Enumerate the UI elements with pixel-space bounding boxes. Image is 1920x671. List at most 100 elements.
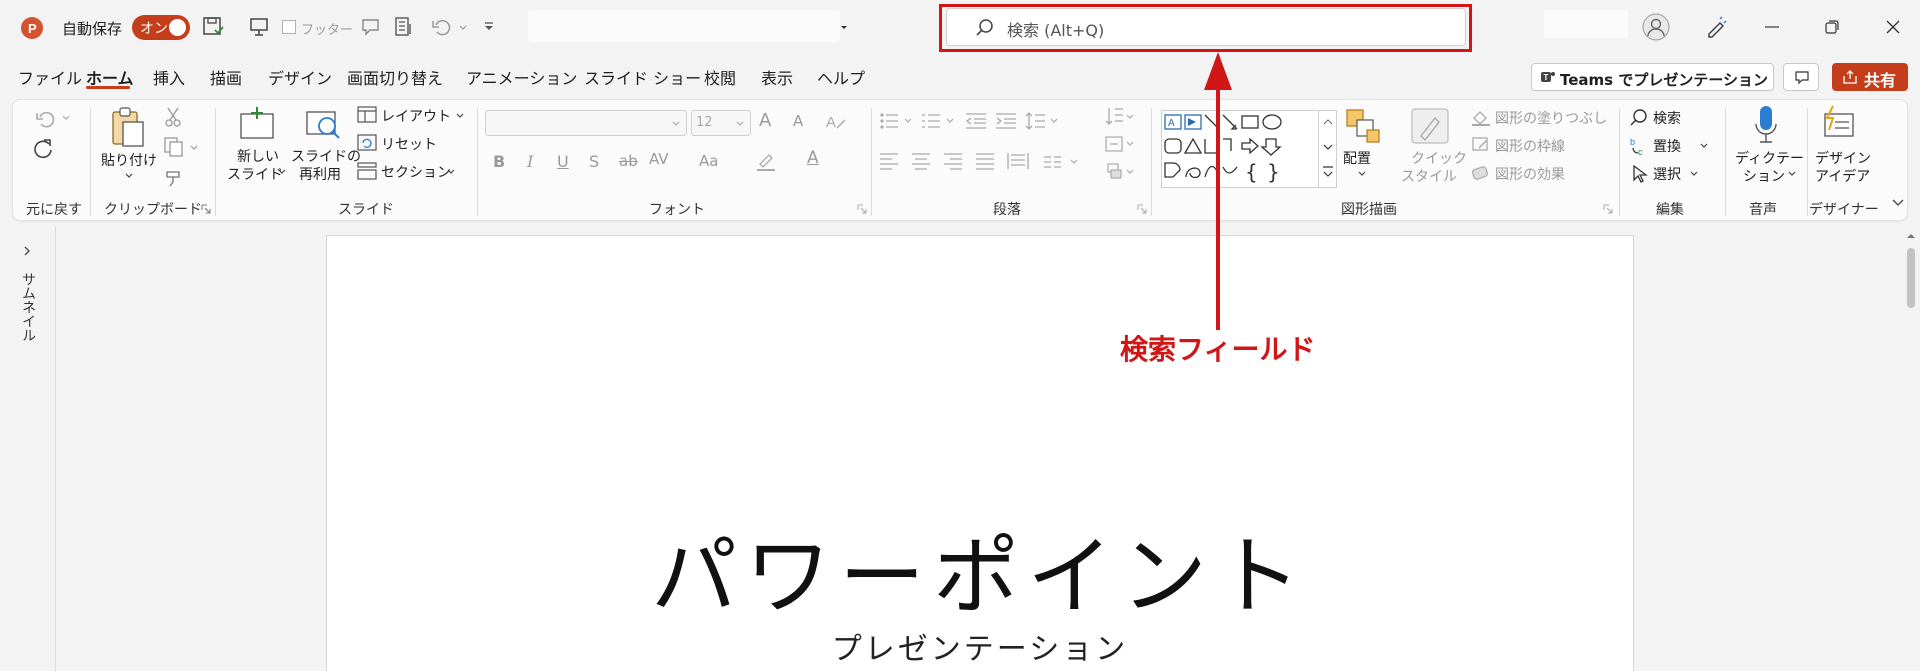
- arrange-label[interactable]: 配置: [1343, 148, 1371, 168]
- shape-effects-label[interactable]: 図形の効果: [1495, 164, 1565, 184]
- justify-icon[interactable]: [975, 152, 995, 170]
- numbering-icon[interactable]: [921, 112, 955, 130]
- design-ideas-label-2[interactable]: アイデア: [1815, 166, 1870, 186]
- bullets-icon[interactable]: [879, 112, 913, 130]
- shape-outline-label[interactable]: 図形の枠線: [1495, 136, 1565, 156]
- shape-fill-label[interactable]: 図形の塗りつぶし: [1495, 108, 1607, 128]
- autosave-toggle[interactable]: オン: [132, 15, 190, 40]
- slide-subtitle[interactable]: プレゼンテーション: [327, 624, 1633, 668]
- replace-label[interactable]: 置換: [1653, 136, 1681, 156]
- slide-canvas[interactable]: パワーポイント プレゼンテーション: [326, 235, 1634, 671]
- dictate-label-2[interactable]: ション: [1743, 166, 1785, 186]
- highlight-icon[interactable]: [755, 150, 779, 172]
- tab-draw[interactable]: 描画: [210, 65, 242, 89]
- find-label[interactable]: 検索: [1653, 108, 1681, 128]
- section-icon[interactable]: [357, 162, 377, 180]
- layout-label[interactable]: レイアウト: [381, 106, 451, 126]
- tab-insert[interactable]: 挿入: [153, 65, 185, 89]
- design-ideas-icon[interactable]: [1819, 104, 1859, 144]
- pen-icon[interactable]: [1704, 15, 1728, 39]
- doc-name-dropdown-icon[interactable]: [840, 24, 848, 32]
- customize-toolbar-icon[interactable]: [483, 21, 495, 33]
- clear-formatting-icon[interactable]: A: [825, 112, 847, 132]
- chevron-down-icon[interactable]: [1699, 142, 1709, 150]
- font-color-button[interactable]: A: [807, 148, 819, 168]
- chevron-down-icon[interactable]: [446, 168, 456, 176]
- quick-style-label-2[interactable]: スタイル: [1401, 166, 1457, 186]
- shapes-gallery[interactable]: A { }: [1161, 110, 1337, 188]
- comment-icon[interactable]: [360, 16, 382, 38]
- dialog-launcher-icon[interactable]: [1137, 204, 1147, 214]
- columns-icon[interactable]: [1043, 154, 1083, 170]
- paste-icon[interactable]: [109, 106, 147, 148]
- vertical-scrollbar[interactable]: [1902, 226, 1920, 671]
- dialog-launcher-icon[interactable]: [1603, 204, 1613, 214]
- present-icon[interactable]: [248, 16, 270, 38]
- scroll-up-icon[interactable]: [1902, 226, 1920, 246]
- undo-icon[interactable]: [430, 16, 456, 38]
- document-name-field[interactable]: [528, 10, 840, 42]
- increase-indent-icon[interactable]: [995, 112, 1017, 130]
- bold-button[interactable]: B: [493, 152, 505, 171]
- italic-button[interactable]: I: [527, 152, 533, 171]
- copy-icon[interactable]: [163, 136, 185, 158]
- dialog-launcher-icon[interactable]: [857, 204, 867, 214]
- dictate-label-1[interactable]: ディクテー: [1735, 148, 1804, 168]
- comments-button[interactable]: [1783, 63, 1819, 91]
- chevron-down-icon[interactable]: [277, 168, 287, 176]
- distributed-icon[interactable]: [1007, 152, 1029, 170]
- paste-label[interactable]: 貼り付け: [101, 150, 157, 170]
- collapse-ribbon-icon[interactable]: [1891, 198, 1905, 208]
- design-ideas-label-1[interactable]: デザイン: [1815, 148, 1871, 168]
- restore-icon[interactable]: [1825, 20, 1839, 34]
- microphone-icon[interactable]: [1753, 104, 1779, 146]
- chevron-down-icon[interactable]: [1357, 170, 1367, 178]
- tab-view[interactable]: 表示: [761, 65, 793, 89]
- chevron-down-icon[interactable]: [458, 24, 468, 32]
- align-right-icon[interactable]: [943, 152, 963, 170]
- shrink-font-button[interactable]: A: [793, 112, 803, 130]
- section-label[interactable]: セクション: [381, 162, 451, 182]
- save-icon[interactable]: [202, 16, 224, 38]
- redo-icon[interactable]: [31, 136, 57, 162]
- align-text-icon[interactable]: [1105, 134, 1135, 154]
- font-name-combobox[interactable]: [485, 110, 687, 136]
- share-button[interactable]: 共有: [1832, 63, 1908, 91]
- scrollbar-thumb[interactable]: [1907, 248, 1915, 308]
- tab-review[interactable]: 校閲: [704, 65, 736, 89]
- slide-sorter-icon[interactable]: [393, 16, 415, 38]
- select-cursor-icon[interactable]: [1631, 164, 1649, 184]
- new-slide-label-1[interactable]: 新しい: [237, 146, 279, 166]
- underline-button[interactable]: U: [557, 152, 569, 171]
- text-direction-icon[interactable]: [1105, 106, 1135, 128]
- chevron-down-icon[interactable]: [189, 144, 199, 152]
- chevron-down-icon[interactable]: [1689, 170, 1699, 178]
- undo-icon[interactable]: [33, 108, 59, 130]
- shadow-button[interactable]: S: [589, 152, 599, 171]
- tab-help[interactable]: ヘルプ: [817, 65, 865, 89]
- tab-transitions[interactable]: 画面切り替え: [347, 65, 443, 89]
- shape-effects-icon[interactable]: [1471, 164, 1491, 182]
- select-label[interactable]: 選択: [1653, 164, 1681, 184]
- close-icon[interactable]: [1886, 20, 1900, 34]
- minimize-icon[interactable]: [1765, 26, 1779, 28]
- tab-file[interactable]: ファイル: [18, 65, 82, 89]
- align-center-icon[interactable]: [911, 152, 931, 170]
- slide-title[interactable]: パワーポイント: [327, 506, 1633, 631]
- replace-icon[interactable]: bc: [1629, 136, 1651, 156]
- chevron-right-icon[interactable]: [22, 245, 32, 257]
- format-painter-icon[interactable]: [163, 166, 185, 188]
- new-slide-icon[interactable]: [237, 106, 277, 142]
- change-case-button[interactable]: Aa: [699, 152, 718, 170]
- chevron-down-icon[interactable]: [61, 114, 71, 122]
- thumbnail-pane-label[interactable]: サムネイル: [18, 272, 38, 342]
- gallery-scroll[interactable]: [1318, 111, 1336, 187]
- line-spacing-icon[interactable]: [1025, 112, 1059, 130]
- strikethrough-button[interactable]: ab: [619, 152, 638, 170]
- teams-present-button[interactable]: T Teams でプレゼンテーション: [1531, 63, 1774, 91]
- grow-font-button[interactable]: A: [759, 110, 771, 131]
- reuse-slides-icon[interactable]: [303, 106, 343, 142]
- reuse-label-2[interactable]: 再利用: [299, 164, 341, 184]
- character-spacing-button[interactable]: AV: [649, 150, 669, 168]
- shape-fill-icon[interactable]: [1471, 108, 1491, 126]
